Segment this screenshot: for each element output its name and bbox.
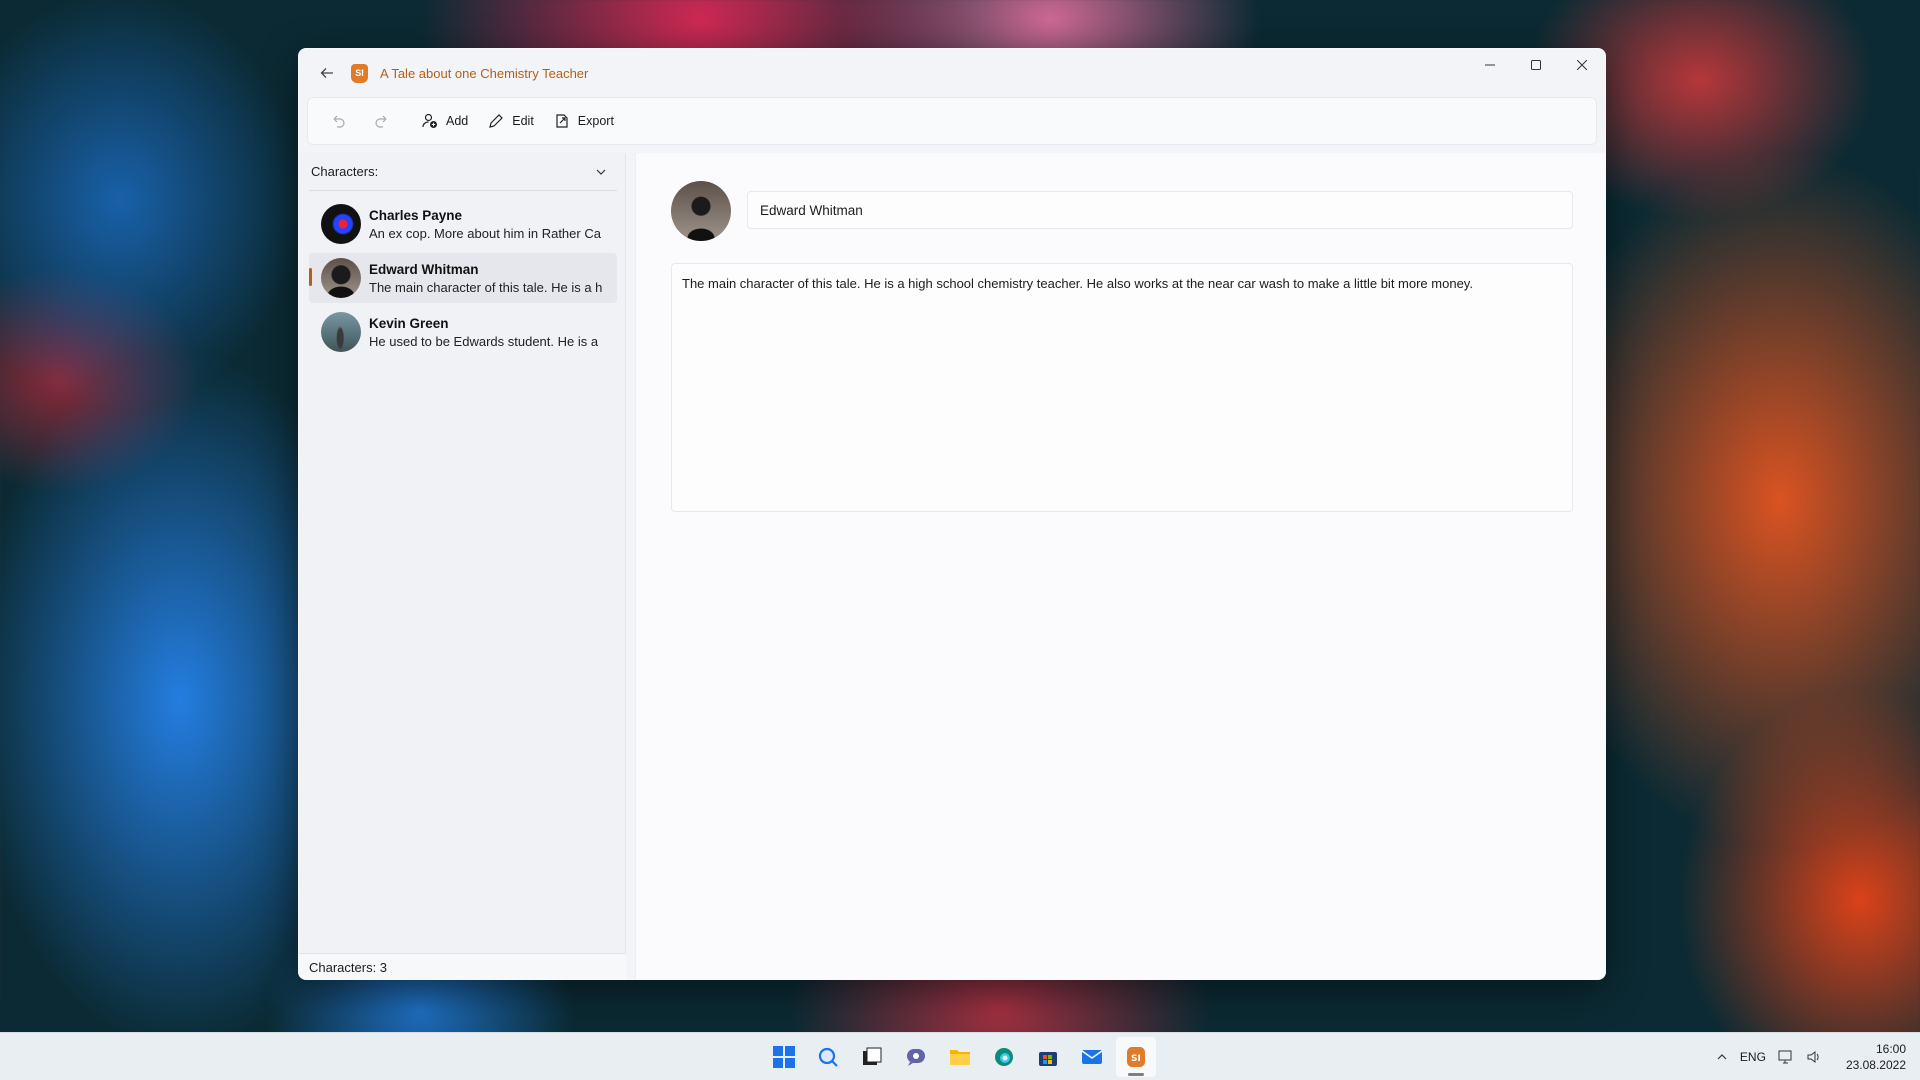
add-person-icon	[422, 113, 437, 128]
storyteller-app-button[interactable]: SI	[1116, 1036, 1156, 1077]
add-button[interactable]: Add	[412, 103, 478, 139]
edge-button[interactable]	[984, 1037, 1024, 1077]
characters-dropdown[interactable]: Characters:	[309, 153, 617, 191]
undo-icon	[333, 115, 345, 128]
character-name: Charles Payne	[369, 207, 463, 223]
character-avatar-large[interactable]	[671, 181, 731, 241]
characters-dropdown-label: Characters:	[311, 164, 379, 179]
maximize-button[interactable]	[1513, 49, 1559, 81]
character-sidebar: Characters: Charles Payne An ex cop. Mor…	[299, 153, 626, 979]
search-icon	[818, 1047, 838, 1067]
search-button[interactable]	[808, 1037, 848, 1077]
redo-button[interactable]	[360, 103, 404, 139]
export-icon	[556, 114, 568, 128]
pencil-icon	[489, 114, 504, 128]
system-tray: ENG 16:00 23.08.2022	[1716, 1033, 1906, 1080]
add-label: Add	[446, 114, 469, 128]
minimize-button[interactable]	[1467, 49, 1513, 81]
edit-button[interactable]: Edit	[478, 103, 544, 139]
language-indicator[interactable]: ENG	[1740, 1050, 1766, 1064]
close-button[interactable]	[1559, 49, 1605, 81]
caption-buttons	[1467, 49, 1605, 81]
character-description: He used to be Edwards student. He is a	[369, 333, 599, 349]
character-description-field[interactable]: The main character of this tale. He is a…	[671, 263, 1573, 512]
app-icon: SI	[351, 63, 368, 83]
maximize-icon	[1531, 60, 1541, 70]
character-name: Kevin Green	[369, 315, 449, 331]
chevron-down-icon	[596, 169, 606, 175]
store-button[interactable]	[1028, 1037, 1068, 1077]
command-bar: Add Edit Export	[307, 97, 1597, 145]
arrow-left-icon	[320, 68, 333, 78]
character-count-status: Characters: 3	[299, 953, 626, 979]
minimize-icon	[1485, 64, 1495, 66]
avatar	[321, 258, 361, 298]
start-button[interactable]	[764, 1037, 804, 1077]
chevron-up-icon[interactable]	[1716, 1051, 1728, 1063]
character-name: Edward Whitman	[369, 261, 479, 277]
network-icon[interactable]	[1778, 1049, 1794, 1065]
mail-icon	[1081, 1049, 1103, 1064]
character-list: Charles Payne An ex cop. More about him …	[299, 199, 625, 357]
clock-time: 16:00	[1875, 1042, 1906, 1056]
character-item-edward-whitman[interactable]: Edward Whitman The main character of thi…	[309, 253, 617, 303]
file-explorer-icon	[950, 1049, 970, 1065]
file-explorer-button[interactable]	[940, 1037, 980, 1077]
app-window: SI A Tale about one Chemistry Teacher Ad…	[298, 48, 1606, 980]
export-label: Export	[577, 114, 614, 128]
avatar	[321, 312, 361, 352]
edit-label: Edit	[512, 114, 534, 128]
character-item-charles-payne[interactable]: Charles Payne An ex cop. More about him …	[309, 199, 617, 249]
redo-icon	[375, 115, 387, 128]
chat-button[interactable]	[896, 1037, 936, 1077]
storyteller-app-icon: SI	[1127, 1046, 1145, 1067]
character-description: An ex cop. More about him in Rather Ca	[369, 225, 601, 241]
window-title: A Tale about one Chemistry Teacher	[380, 65, 589, 81]
character-detail-pane: Edward Whitman The main character of thi…	[635, 153, 1605, 979]
start-icon	[773, 1045, 795, 1068]
task-view-button[interactable]	[852, 1037, 892, 1077]
avatar	[321, 204, 361, 244]
back-button[interactable]	[309, 55, 345, 91]
close-icon	[1577, 60, 1587, 70]
mail-button[interactable]	[1072, 1037, 1112, 1077]
svg-text:SI: SI	[1131, 1054, 1141, 1064]
edge-icon	[995, 1047, 1013, 1066]
clock[interactable]: 16:00 23.08.2022	[1846, 1041, 1906, 1073]
store-icon	[1039, 1051, 1057, 1066]
chat-icon	[907, 1048, 925, 1066]
character-description: The main character of this tale. He is a…	[369, 279, 603, 295]
export-button[interactable]: Export	[544, 103, 624, 139]
character-name-field[interactable]: Edward Whitman	[747, 191, 1573, 229]
undo-button[interactable]	[316, 103, 360, 139]
clock-date: 23.08.2022	[1845, 1058, 1906, 1072]
volume-icon[interactable]	[1806, 1049, 1822, 1065]
character-item-kevin-green[interactable]: Kevin Green He used to be Edwards studen…	[309, 307, 617, 357]
title-bar: SI A Tale about one Chemistry Teacher	[299, 49, 1605, 97]
taskbar: SI ENG 16:00 23.08.2022	[0, 1032, 1920, 1080]
task-view-icon	[863, 1047, 882, 1065]
